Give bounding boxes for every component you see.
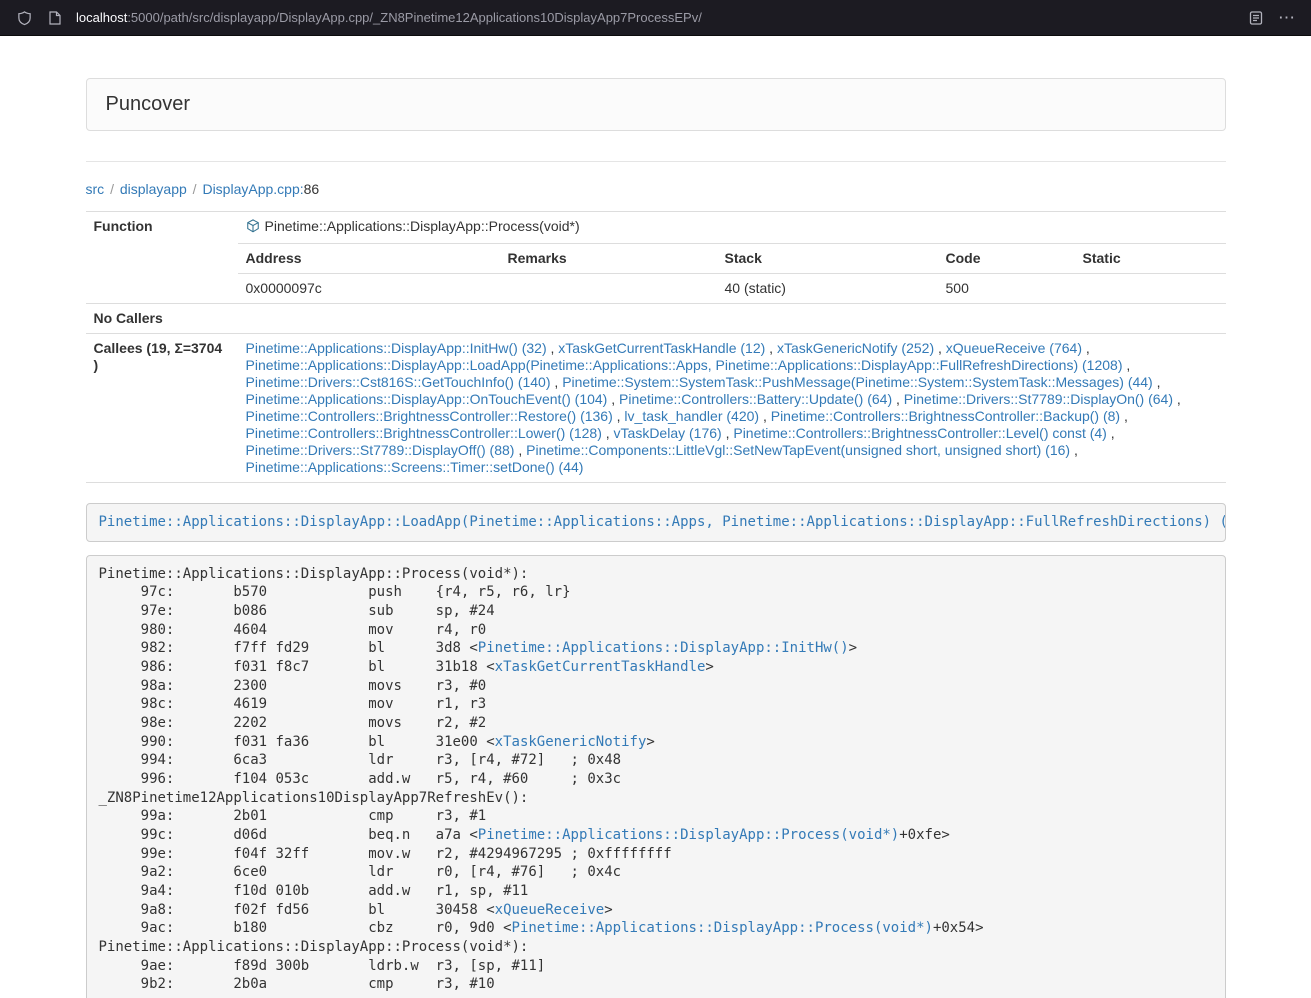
- callees-row: Callees (19, Σ=3704 ) Pinetime::Applicat…: [86, 334, 1226, 483]
- callee-link[interactable]: Pinetime::Components::LittleVgl::SetNewT…: [526, 442, 1070, 458]
- callee-link[interactable]: Pinetime::Drivers::St7789::DisplayOff() …: [246, 442, 515, 458]
- callee-link[interactable]: Pinetime::Drivers::St7789::DisplayOn() (…: [904, 391, 1173, 407]
- breadcrumb-src-link[interactable]: src: [86, 181, 105, 197]
- stack-value: 40 (static): [717, 274, 938, 304]
- url-domain: localhost: [76, 10, 127, 25]
- callee-link[interactable]: Pinetime::Applications::Screens::Timer::…: [246, 459, 584, 475]
- page-title: Puncover: [106, 93, 1206, 116]
- breadcrumb-line-number: 86: [304, 181, 320, 197]
- url-bar[interactable]: localhost:5000/path/src/displayapp/Displ…: [76, 10, 1235, 25]
- col-header-address: Address: [238, 244, 500, 274]
- metrics-header-row: Address Remarks Stack Code Static: [86, 244, 1226, 274]
- callee-link[interactable]: Pinetime::Applications::DisplayApp::OnTo…: [246, 391, 608, 407]
- page-actions-menu-icon[interactable]: ⋯: [1277, 8, 1297, 28]
- divider: [86, 161, 1226, 162]
- callees-label: Callees (19, Σ=3704 ): [86, 334, 238, 483]
- function-row: Function Pinetime::Applications::Display…: [86, 212, 1226, 244]
- breadcrumb-file-link[interactable]: DisplayApp.cpp:: [202, 181, 303, 197]
- content-container: Puncover src / displayapp / DisplayApp.c…: [86, 78, 1226, 998]
- symbol-cube-icon: [246, 219, 260, 237]
- static-value: [1075, 274, 1226, 304]
- disasm-symbol-link[interactable]: Pinetime::Applications::DisplayApp::Proc…: [478, 827, 899, 843]
- callers-cell: [238, 304, 1226, 334]
- url-path: :5000/path/src/displayapp/DisplayApp.cpp…: [127, 10, 702, 25]
- address-value: 0x0000097c: [238, 274, 500, 304]
- reader-view-icon[interactable]: [1246, 8, 1266, 28]
- callee-link[interactable]: Pinetime::Controllers::BrightnessControl…: [246, 425, 602, 441]
- col-header-static: Static: [1075, 244, 1226, 274]
- col-header-code: Code: [938, 244, 1075, 274]
- callee-link[interactable]: Pinetime::Applications::DisplayApp::Load…: [246, 357, 1123, 373]
- callee-link[interactable]: xTaskGenericNotify (252): [777, 340, 934, 356]
- tracking-shield-icon[interactable]: [14, 8, 34, 28]
- callee-link[interactable]: xQueueReceive (764): [946, 340, 1082, 356]
- callee-link[interactable]: Pinetime::Applications::DisplayApp::Init…: [246, 340, 547, 356]
- browser-chrome: localhost:5000/path/src/displayapp/Displ…: [0, 0, 1311, 36]
- callee-link[interactable]: Pinetime::System::SystemTask::PushMessag…: [562, 374, 1153, 390]
- function-name-cell: Pinetime::Applications::DisplayApp::Proc…: [238, 212, 1226, 244]
- page-body: Puncover src / displayapp / DisplayApp.c…: [0, 36, 1311, 998]
- function-row-label: Function: [86, 212, 238, 304]
- page-info-icon[interactable]: [45, 8, 65, 28]
- callee-link[interactable]: vTaskDelay (176): [614, 425, 722, 441]
- breadcrumb-separator: /: [110, 181, 114, 197]
- breadcrumb: src / displayapp / DisplayApp.cpp:86: [86, 181, 1226, 197]
- callees-cell: Pinetime::Applications::DisplayApp::Init…: [238, 334, 1226, 483]
- symbol-table: Function Pinetime::Applications::Display…: [86, 211, 1226, 483]
- function-name: Pinetime::Applications::DisplayApp::Proc…: [265, 218, 580, 234]
- remarks-value: [500, 274, 717, 304]
- col-header-remarks: Remarks: [500, 244, 717, 274]
- breadcrumb-folder-link[interactable]: displayapp: [120, 181, 187, 197]
- disasm-symbol-link[interactable]: xQueueReceive: [495, 902, 605, 918]
- callee-link[interactable]: Pinetime::Controllers::BrightnessControl…: [771, 408, 1120, 424]
- breadcrumb-separator: /: [193, 181, 197, 197]
- callee-link[interactable]: Pinetime::Drivers::Cst816S::GetTouchInfo…: [246, 374, 551, 390]
- disasm-symbol-link[interactable]: Pinetime::Applications::DisplayApp::Proc…: [512, 920, 933, 936]
- disassembly-pre: Pinetime::Applications::DisplayApp::Proc…: [86, 555, 1226, 998]
- callee-link[interactable]: Pinetime::Controllers::BrightnessControl…: [246, 408, 613, 424]
- callee-link[interactable]: xTaskGetCurrentTaskHandle (12): [558, 340, 765, 356]
- no-callers-row: No Callers: [86, 304, 1226, 334]
- callee-link[interactable]: Pinetime::Controllers::BrightnessControl…: [733, 425, 1106, 441]
- disasm-symbol-link[interactable]: Pinetime::Applications::DisplayApp::Init…: [478, 640, 849, 656]
- selected-symbol-banner: Pinetime::Applications::DisplayApp::Load…: [86, 503, 1226, 542]
- callee-link[interactable]: Pinetime::Controllers::Battery::Update()…: [619, 391, 892, 407]
- disasm-symbol-link[interactable]: xTaskGenericNotify: [495, 734, 647, 750]
- no-callers-label: No Callers: [86, 304, 238, 334]
- selected-symbol-link[interactable]: Pinetime::Applications::DisplayApp::Load…: [99, 514, 1226, 530]
- code-value: 500: [938, 274, 1075, 304]
- disasm-symbol-link[interactable]: xTaskGetCurrentTaskHandle: [495, 659, 706, 675]
- title-panel: Puncover: [86, 78, 1226, 131]
- callee-link[interactable]: lv_task_handler (420): [624, 408, 759, 424]
- metrics-value-row: 0x0000097c 40 (static) 500: [86, 274, 1226, 304]
- col-header-stack: Stack: [717, 244, 938, 274]
